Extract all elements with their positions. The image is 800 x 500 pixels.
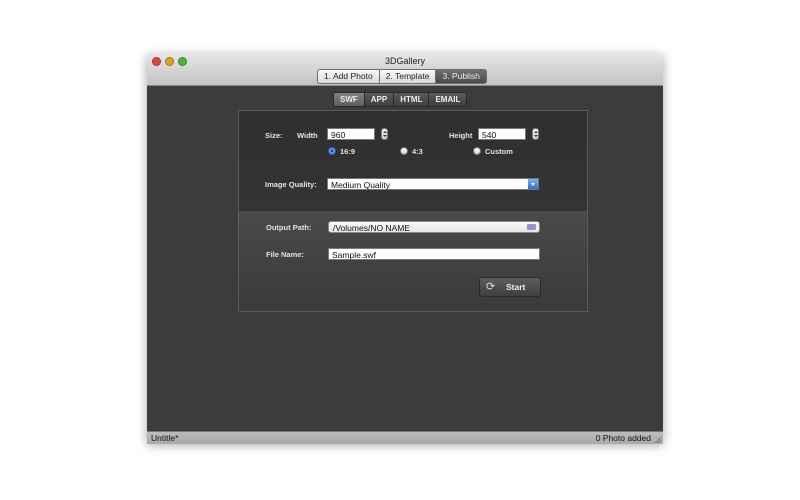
- output-path-label: Output Path:: [266, 223, 312, 232]
- step-add-photo[interactable]: 1. Add Photo: [317, 69, 380, 84]
- ratio-custom-radio[interactable]: [473, 147, 481, 155]
- publish-settings-panel: Size: Width 960 Height 540 16:9 4:3 Cust…: [238, 110, 588, 312]
- resize-grip-icon[interactable]: [655, 437, 661, 443]
- document-name: Untitle*: [151, 433, 179, 443]
- dropdown-arrow-icon: [528, 179, 538, 189]
- output-path-value: /Volumes/NO NAME: [333, 223, 410, 233]
- window-title: 3DGallery: [384, 56, 425, 66]
- ratio-16-9-label: 16:9: [340, 147, 356, 156]
- start-button-label: Start: [506, 282, 526, 292]
- status-bar: Untitle* 0 Photo added: [147, 431, 663, 444]
- step-template[interactable]: 2. Template: [378, 69, 437, 84]
- file-name-input[interactable]: Sample.swf: [328, 248, 540, 260]
- width-stepper[interactable]: [381, 128, 388, 140]
- height-stepper[interactable]: [532, 128, 539, 140]
- size-label: Size:: [265, 131, 283, 140]
- height-label: Height: [449, 131, 473, 140]
- image-quality-value: Medium Quality: [331, 180, 391, 190]
- title-bar: 3DGallery 1. Add Photo 2. Template 3. Pu…: [147, 54, 663, 86]
- app-window: 3DGallery 1. Add Photo 2. Template 3. Pu…: [147, 54, 663, 444]
- tab-swf[interactable]: SWF: [333, 92, 365, 107]
- image-quality-select[interactable]: Medium Quality: [327, 178, 539, 190]
- file-name-label: File Name:: [266, 250, 304, 259]
- publish-format-tabs: SWF APP HTML EMAIL: [333, 92, 468, 107]
- start-button[interactable]: ⟳ Start: [479, 277, 541, 297]
- width-input[interactable]: 960: [327, 128, 375, 140]
- width-label: Width: [297, 131, 318, 140]
- step-publish[interactable]: 3. Publish: [435, 69, 487, 84]
- height-input[interactable]: 540: [478, 128, 526, 140]
- folder-icon[interactable]: [527, 224, 536, 230]
- tab-html[interactable]: HTML: [393, 92, 430, 107]
- ratio-4-3-radio[interactable]: [400, 147, 408, 155]
- size-quality-section: [239, 111, 587, 211]
- ratio-4-3-label: 4:3: [412, 147, 423, 156]
- ratio-custom-label: Custom: [485, 147, 513, 156]
- refresh-icon: ⟳: [486, 281, 496, 293]
- image-quality-label: Image Quality:: [265, 180, 317, 189]
- step-selector: 1. Add Photo 2. Template 3. Publish: [317, 69, 487, 84]
- ratio-16-9-radio[interactable]: [328, 147, 336, 155]
- tab-app[interactable]: APP: [363, 92, 395, 107]
- photo-count: 0 Photo added: [595, 433, 651, 443]
- output-path-field[interactable]: /Volumes/NO NAME: [328, 221, 540, 233]
- tab-email[interactable]: EMAIL: [428, 92, 468, 107]
